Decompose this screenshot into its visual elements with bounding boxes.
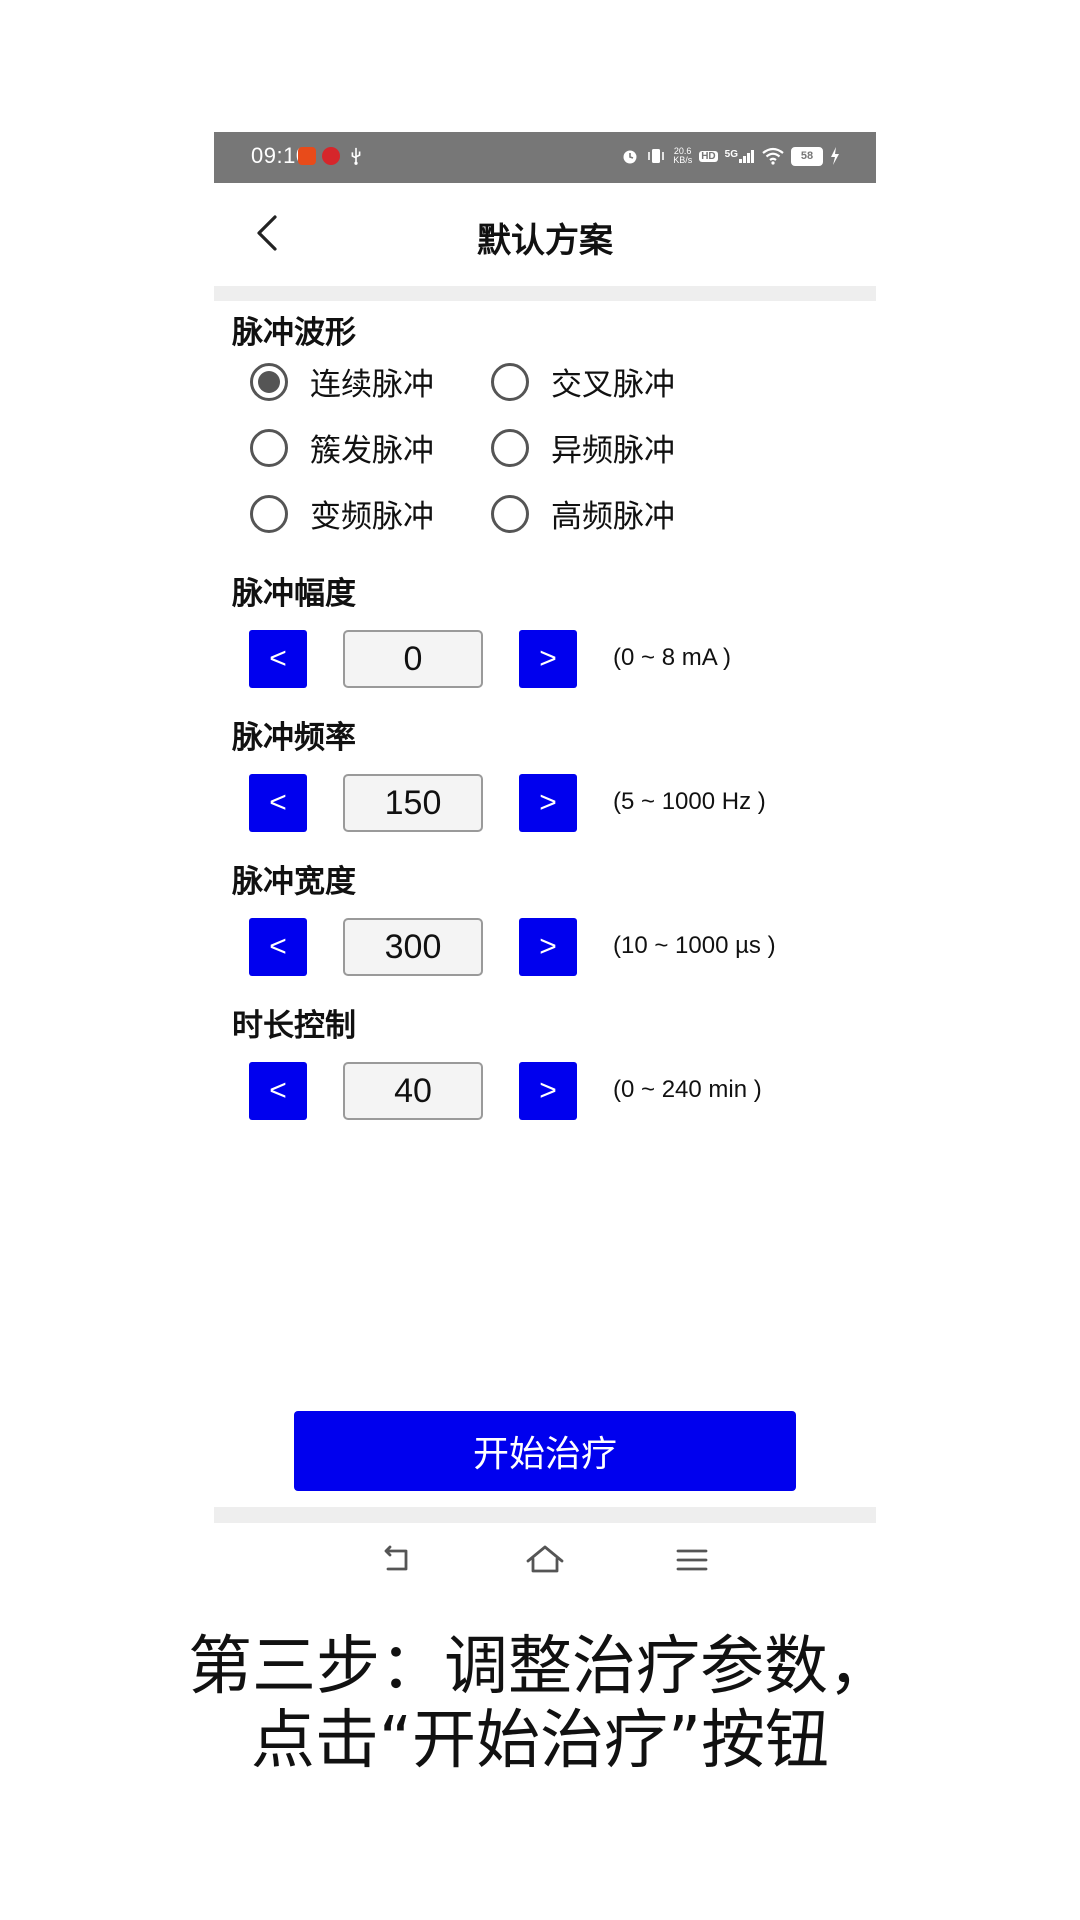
status-icons: 20.6 KB/s HD 5G 58 [621, 144, 840, 168]
frequency-decrement-button[interactable]: < [249, 774, 307, 832]
divider [214, 1507, 876, 1523]
radio-continuous-pulse[interactable]: 连续脉冲 [250, 359, 434, 404]
frequency-value-field[interactable]: 150 [343, 774, 483, 832]
back-icon [384, 1545, 408, 1571]
app-notification-icon [322, 147, 340, 165]
page: 09:10 20.6 KB/s HD 5G 58 默认方案 脉冲波形 连续脉冲 … [0, 0, 1080, 1920]
duration-increment-button[interactable]: > [519, 1062, 577, 1120]
pulse-width-decrement-button[interactable]: < [249, 918, 307, 976]
start-treatment-button[interactable]: 开始治疗 [294, 1411, 796, 1491]
usb-icon [351, 147, 361, 165]
duration-decrement-button[interactable]: < [249, 1062, 307, 1120]
radio-selected-dot [258, 370, 280, 393]
nav-home-button[interactable] [522, 1537, 568, 1583]
frequency-range: (5 ~ 1000 Hz ) [613, 788, 766, 815]
pulse-width-increment-button[interactable]: > [519, 918, 577, 976]
section-label-duration: 时长控制 [232, 1008, 356, 1044]
charging-icon [831, 147, 839, 165]
section-label-waveform: 脉冲波形 [232, 315, 356, 351]
radio-label: 连续脉冲 [310, 367, 434, 403]
amplitude-decrement-button[interactable]: < [249, 630, 307, 688]
alarm-icon [623, 150, 637, 164]
duration-stepper: < 40 > (0 ~ 240 min ) [249, 1062, 849, 1122]
radio-cross-pulse[interactable]: 交叉脉冲 [491, 359, 675, 404]
radio-label: 异频脉冲 [551, 433, 675, 469]
nav-menu-button[interactable] [669, 1537, 715, 1583]
radio-button[interactable] [491, 428, 529, 467]
amplitude-range: (0 ~ 8 mA ) [613, 644, 732, 671]
divider [214, 286, 876, 301]
network-speed-unit: KB/s [673, 155, 693, 165]
vibrate-icon [648, 149, 664, 163]
home-icon [526, 1545, 564, 1573]
pulse-width-range: (10 ~ 1000 µs ) [613, 932, 776, 959]
app-notification-icon [298, 147, 316, 165]
wifi-icon [762, 147, 784, 165]
signal-bars-icon [739, 150, 754, 163]
instruction-caption-line1: 第三步：调整治疗参数， [188, 1630, 892, 1704]
radio-label: 高频脉冲 [551, 499, 675, 535]
duration-range: (0 ~ 240 min ) [613, 1076, 762, 1103]
nav-back-button[interactable] [374, 1537, 420, 1583]
radio-button[interactable] [250, 362, 288, 401]
network-speed: 20.6 KB/s [673, 147, 692, 165]
hd-badge: HD [699, 150, 718, 162]
radio-button[interactable] [491, 494, 529, 533]
instruction-caption-line2: 点击“开始治疗”按钮 [250, 1704, 830, 1778]
amplitude-value-field[interactable]: 0 [343, 630, 483, 688]
status-bar: 09:10 20.6 KB/s HD 5G 58 [214, 132, 876, 183]
duration-value-field[interactable]: 40 [343, 1062, 483, 1120]
system-nav-bar [214, 1523, 876, 1595]
title-bar: 默认方案 [214, 183, 876, 286]
signal-label: 5G [724, 149, 738, 160]
radio-burst-pulse[interactable]: 簇发脉冲 [250, 425, 434, 470]
section-label-amplitude: 脉冲幅度 [232, 576, 356, 612]
radio-label: 变频脉冲 [310, 499, 434, 535]
section-label-pulse-width: 脉冲宽度 [232, 864, 356, 900]
radio-button[interactable] [250, 428, 288, 467]
battery-indicator: 58 [791, 146, 823, 166]
page-title: 默认方案 [477, 221, 613, 261]
menu-icon [676, 1549, 708, 1571]
section-label-frequency: 脉冲频率 [232, 720, 356, 756]
radio-button[interactable] [491, 362, 529, 401]
pulse-width-stepper: < 300 > (10 ~ 1000 µs ) [249, 918, 849, 978]
signal-strength: 5G [725, 149, 755, 163]
phone-screen: 09:10 20.6 KB/s HD 5G 58 默认方案 脉冲波形 连续脉冲 … [214, 132, 876, 1595]
radio-button[interactable] [250, 494, 288, 533]
radio-different-frequency-pulse[interactable]: 异频脉冲 [491, 425, 675, 470]
frequency-stepper: < 150 > (5 ~ 1000 Hz ) [249, 774, 849, 834]
radio-label: 簇发脉冲 [310, 433, 434, 469]
radio-label: 交叉脉冲 [551, 367, 675, 403]
radio-high-frequency-pulse[interactable]: 高频脉冲 [491, 491, 675, 536]
radio-variable-frequency-pulse[interactable]: 变频脉冲 [250, 491, 434, 536]
amplitude-stepper: < 0 > (0 ~ 8 mA ) [249, 630, 849, 690]
amplitude-increment-button[interactable]: > [519, 630, 577, 688]
pulse-width-value-field[interactable]: 300 [343, 918, 483, 976]
frequency-increment-button[interactable]: > [519, 774, 577, 832]
